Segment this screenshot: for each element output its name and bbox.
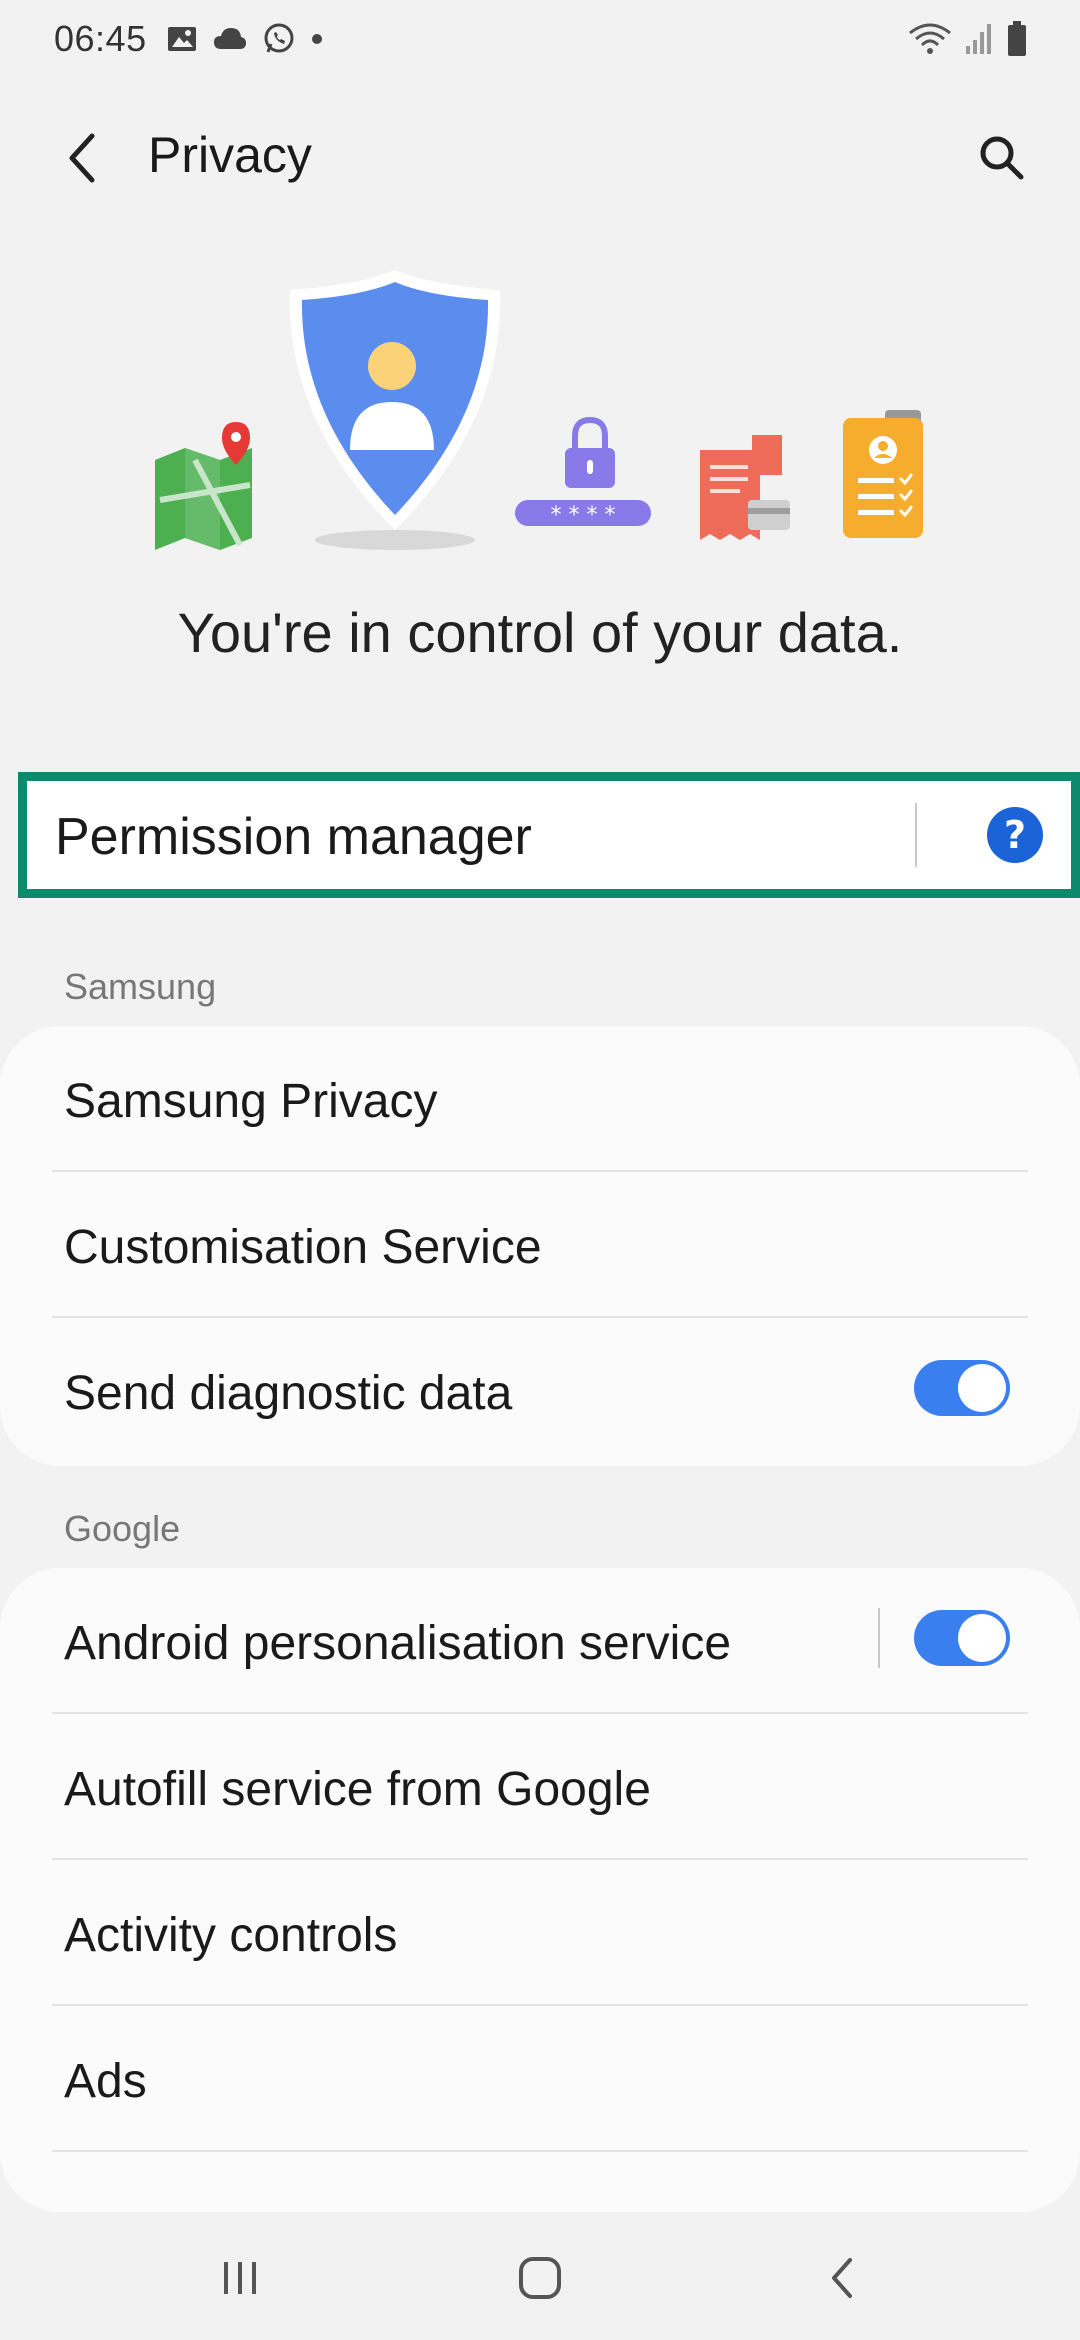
vertical-divider xyxy=(915,803,917,867)
navigation-bar xyxy=(0,2214,1080,2340)
page-title: Privacy xyxy=(148,127,312,183)
dot-icon xyxy=(312,34,322,44)
svg-text:* * * *: * * * * xyxy=(551,503,616,528)
section-header-google: Google xyxy=(64,1508,181,1549)
permission-manager-label: Permission manager xyxy=(55,808,532,866)
help-icon[interactable]: ? xyxy=(987,807,1043,863)
list-item-autofill-service[interactable]: Autofill service from Google xyxy=(0,1714,1080,1860)
wifi-icon xyxy=(909,23,951,54)
toggle-knob xyxy=(958,1364,1006,1412)
toggle-knob xyxy=(958,1614,1006,1662)
google-card: Android personalisation service Autofill… xyxy=(0,1568,1080,2212)
gallery-icon xyxy=(168,27,196,51)
search-icon xyxy=(980,136,1024,180)
signal-icon xyxy=(966,24,991,54)
tagline: You're in control of your data. xyxy=(177,601,903,664)
section-header-samsung: Samsung xyxy=(64,966,217,1007)
home-icon xyxy=(519,2257,561,2299)
list-item-ads[interactable]: Ads xyxy=(0,2006,1080,2152)
cloud-icon xyxy=(214,28,246,49)
hero-illustration: * * * * xyxy=(0,260,1080,560)
list-item-customisation-service[interactable]: Customisation Service xyxy=(0,1172,1080,1318)
divider xyxy=(52,2150,1028,2152)
recents-icon xyxy=(224,2262,256,2294)
personalisation-toggle[interactable] xyxy=(914,1610,1010,1666)
battery-icon xyxy=(1008,21,1026,56)
list-item-activity-controls[interactable]: Activity controls xyxy=(0,1860,1080,2006)
list-item-samsung-privacy[interactable]: Samsung Privacy xyxy=(0,1026,1080,1172)
whatsapp-icon xyxy=(264,23,294,53)
nav-back-button[interactable] xyxy=(802,2238,882,2318)
lock-icon: * * * * xyxy=(515,416,651,528)
status-icons-right xyxy=(908,20,1028,58)
list-item-send-diagnostic-data[interactable]: Send diagnostic data xyxy=(0,1318,1080,1464)
list-item-label: Samsung Privacy xyxy=(64,1075,438,1128)
samsung-card: Samsung Privacy Customisation Service Se… xyxy=(0,1026,1080,1466)
status-icons-left xyxy=(166,22,324,56)
status-bar: 06:45 xyxy=(0,0,1080,84)
chevron-left-icon xyxy=(69,133,95,183)
diagnostic-data-toggle[interactable] xyxy=(914,1360,1010,1416)
list-item-android-personalisation[interactable]: Android personalisation service xyxy=(0,1568,1080,1714)
shield-icon xyxy=(289,270,501,550)
status-time: 06:45 xyxy=(54,18,147,59)
home-button[interactable] xyxy=(500,2238,580,2318)
list-item-label: Ads xyxy=(64,2055,147,2108)
recents-button[interactable] xyxy=(200,2238,280,2318)
list-item-label: Send diagnostic data xyxy=(64,1367,513,1420)
list-item-label: Autofill service from Google xyxy=(64,1763,651,1816)
list-item-label: Activity controls xyxy=(64,1909,398,1962)
map-icon xyxy=(155,422,252,550)
back-icon xyxy=(832,2258,852,2298)
search-button[interactable] xyxy=(968,124,1034,190)
permission-manager-row[interactable]: Permission manager ? xyxy=(18,772,1080,898)
app-bar: Privacy xyxy=(0,100,1080,210)
list-item-label: Customisation Service xyxy=(64,1221,542,1274)
receipt-icon xyxy=(700,435,790,540)
vertical-divider xyxy=(878,1608,880,1668)
clipboard-icon xyxy=(843,410,923,538)
list-item-label: Android personalisation service xyxy=(64,1617,732,1670)
back-button[interactable] xyxy=(50,126,114,190)
